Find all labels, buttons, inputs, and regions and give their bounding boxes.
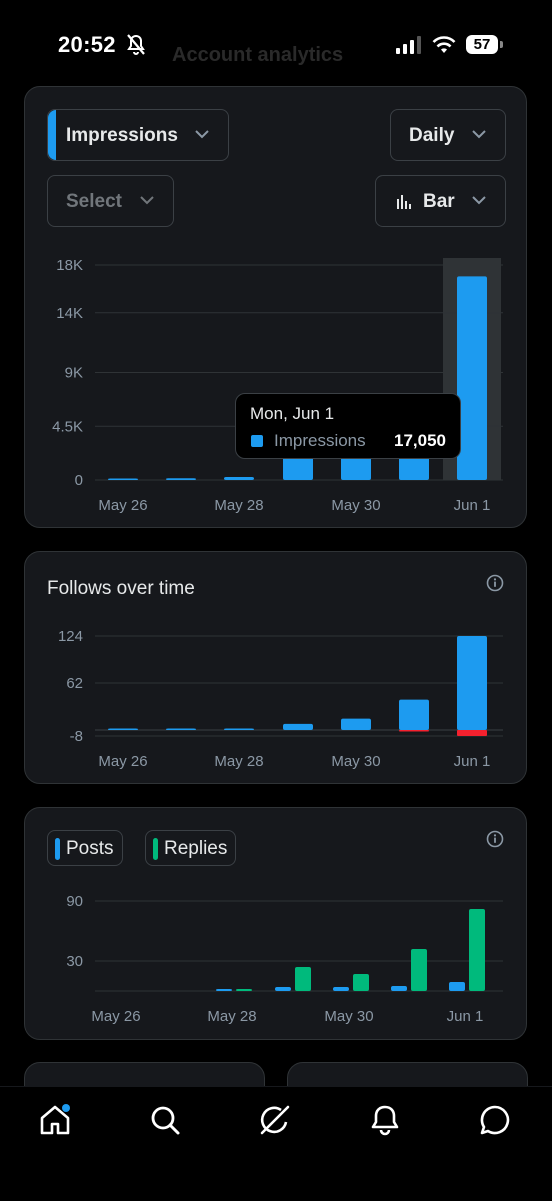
bar-follows-0 xyxy=(108,728,138,730)
bell-slash-icon xyxy=(127,34,145,55)
x-tick-label: May 30 xyxy=(331,497,380,514)
x-tick-label: May 26 xyxy=(91,1008,140,1025)
bar-posts-5 xyxy=(391,986,407,991)
bar-follows-6 xyxy=(457,636,487,730)
notifications-icon[interactable] xyxy=(368,1103,402,1137)
status-bar: 20:52 Account analytics 57 xyxy=(0,0,552,88)
bar-impressions-1 xyxy=(166,478,196,480)
tooltip-value: 17,050 xyxy=(394,431,446,450)
y-tick-label: -8 xyxy=(70,728,83,745)
tooltip-series-name: Impressions xyxy=(274,431,366,450)
follows-chart[interactable]: -8 62 124 May 26 May 28 May 30 Jun 1 xyxy=(25,552,528,785)
bar-follows-5 xyxy=(399,699,429,730)
y-tick-label: 14K xyxy=(56,305,83,322)
bar-posts-2 xyxy=(216,989,232,991)
status-time: 20:52 xyxy=(58,32,116,57)
bar-replies-2 xyxy=(236,989,252,991)
bar-unfollows-6 xyxy=(457,729,487,736)
home-icon[interactable] xyxy=(38,1103,72,1137)
y-tick-label: 30 xyxy=(66,953,83,970)
battery-level: 57 xyxy=(473,36,491,53)
bar-impressions-2 xyxy=(224,477,254,480)
wifi-icon xyxy=(432,36,456,53)
x-tick-label: Jun 1 xyxy=(454,497,491,514)
y-tick-label: 124 xyxy=(58,628,83,645)
bar-replies-3 xyxy=(295,967,311,991)
battery-nub xyxy=(500,41,503,48)
x-tick-label: May 26 xyxy=(98,753,147,770)
posts-replies-chart[interactable]: 30 90 May 26 May 28 May 30 Jun 1 xyxy=(25,808,528,1041)
bar-follows-2 xyxy=(224,728,254,730)
x-tick-label: May 30 xyxy=(324,1008,373,1025)
y-tick-label: 90 xyxy=(66,893,83,910)
x-tick-label: May 26 xyxy=(98,497,147,514)
y-tick-label: 62 xyxy=(66,675,83,692)
bar-posts-6 xyxy=(449,982,465,991)
bar-replies-6 xyxy=(469,909,485,991)
posts-replies-card: Posts Replies 30 90 May 26 May 28 May 30 Jun … xyxy=(24,807,527,1040)
impressions-chart[interactable]: 0 4.5K 9K 14K 18K May 26 May 28 May 30 Jun 1 xyxy=(25,87,528,529)
bar-impressions-6 xyxy=(457,276,487,480)
chart-tooltip: Mon, Jun 1 Impressions 17,050 xyxy=(235,393,461,459)
y-tick-label: 4.5K xyxy=(52,418,83,435)
impressions-card: Impressions Daily Select Bar 0 4.5K 9K 14K 1… xyxy=(24,86,527,528)
header-ghost-text: Account analytics xyxy=(172,44,344,66)
x-tick-label: May 30 xyxy=(331,753,380,770)
x-tick-label: May 28 xyxy=(214,753,263,770)
bar-posts-3 xyxy=(275,987,291,991)
bar-posts-4 xyxy=(333,987,349,991)
x-tick-label: Jun 1 xyxy=(447,1008,484,1025)
bar-follows-4 xyxy=(341,718,371,730)
search-icon[interactable] xyxy=(148,1103,182,1137)
tooltip-date: Mon, Jun 1 xyxy=(250,404,335,423)
follows-card: Follows over time -8 62 124 May 26 May 28 May… xyxy=(24,551,527,784)
bar-replies-5 xyxy=(411,949,427,991)
bar-impressions-0 xyxy=(108,478,138,480)
bar-replies-4 xyxy=(353,974,369,991)
x-tick-label: May 28 xyxy=(207,1008,256,1025)
y-tick-label: 0 xyxy=(75,472,83,489)
tooltip-swatch xyxy=(251,435,263,447)
y-tick-label: 18K xyxy=(56,257,83,274)
bar-follows-1 xyxy=(166,728,196,730)
bar-follows-3 xyxy=(283,723,313,730)
y-tick-label: 9K xyxy=(65,365,83,382)
x-tick-label: May 28 xyxy=(214,497,263,514)
grok-icon[interactable] xyxy=(258,1103,292,1137)
messages-icon[interactable] xyxy=(478,1103,512,1137)
bottom-nav xyxy=(0,1086,552,1201)
x-tick-label: Jun 1 xyxy=(454,753,491,770)
bar-unfollows-5 xyxy=(399,729,429,732)
signal-icon xyxy=(396,36,421,54)
